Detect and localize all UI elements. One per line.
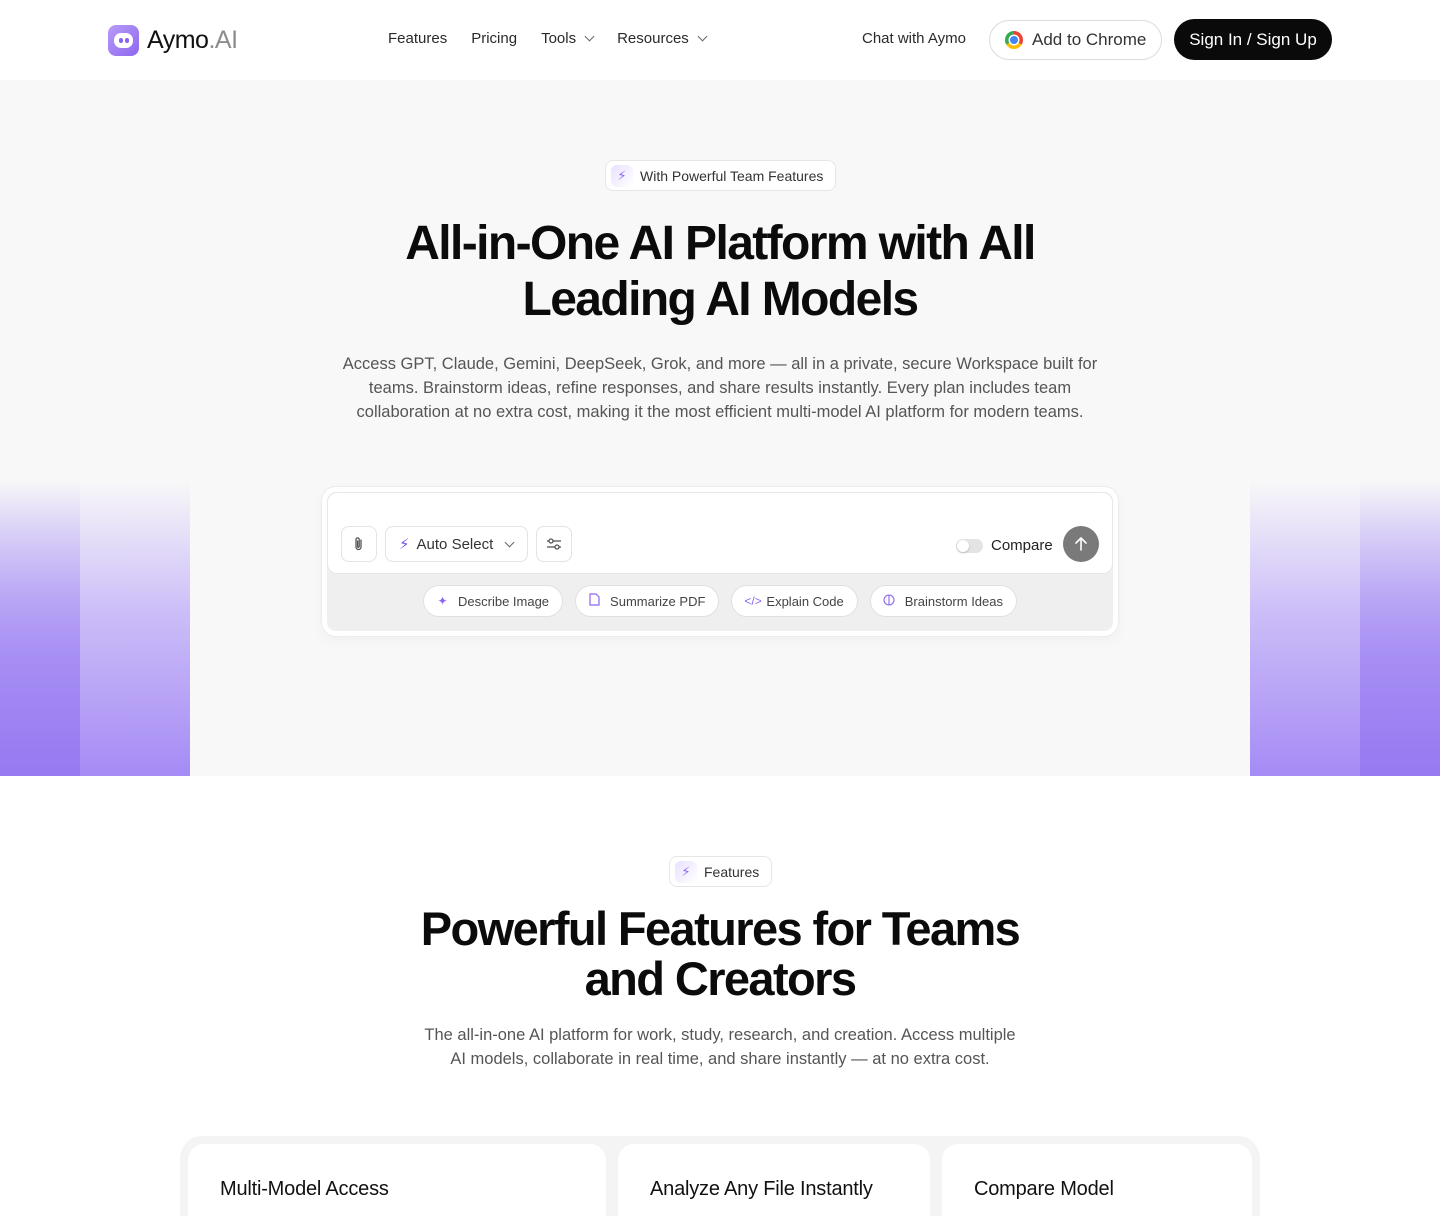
suggestion-brainstorm-ideas[interactable]: Brainstorm Ideas [869,585,1017,617]
feature-cards: Multi-Model Access Analyze Any File Inst… [180,1136,1260,1224]
chat-with-aymo-link[interactable]: Chat with Aymo [862,30,966,47]
compare-toggle[interactable] [956,538,983,553]
hero-subtitle: Access GPT, Claude, Gemini, DeepSeek, Gr… [342,355,1098,421]
nav-link-features[interactable]: Features [388,30,447,47]
suggestion-summarize-pdf[interactable]: Summarize PDF [575,585,720,617]
sliders-icon [547,538,561,550]
logo-icon [108,24,139,56]
top-navigation: Aymo.AI Features Pricing Tools Resources… [0,0,1440,80]
sign-in-button[interactable]: Sign In / Sign Up [1174,19,1332,60]
logo-text: Aymo.AI [147,25,238,54]
code-icon: </> [744,594,762,608]
left-gradient-glow [0,480,190,776]
add-to-chrome-button[interactable]: Add to Chrome [989,20,1162,60]
paperclip-icon [355,537,362,551]
chrome-icon [1005,31,1023,49]
model-select-dropdown[interactable]: ⚡ Auto Select [385,526,528,562]
chevron-down-icon [504,537,515,547]
nav-link-tools[interactable]: Tools [541,30,595,47]
lightning-icon: ⚡ [611,165,633,187]
send-button[interactable] [1063,526,1099,562]
sparkle-icon: ✦ [437,594,448,608]
features-subtitle: The all-in-one AI platform for work, stu… [424,1026,1016,1068]
arrow-up-icon [1075,537,1087,551]
document-icon [588,593,601,609]
chat-input-area[interactable]: ⚡ Auto Select Compare [327,492,1113,574]
nav-link-resources[interactable]: Resources [617,30,708,47]
attach-file-button[interactable] [341,526,377,562]
features-section: ⚡ Features Powerful Features for Teams an… [0,776,1440,1224]
prompt-suggestions: ✦ Describe Image Summarize PDF </> Expla… [327,585,1113,617]
right-gradient-glow [1250,480,1440,776]
lightning-icon: ⚡ [399,536,410,553]
lightning-icon: ⚡ [675,861,697,883]
chat-composer: ⚡ Auto Select Compare ✦ Describe Image S… [322,487,1118,636]
brain-icon [883,593,896,609]
feature-card-analyze-file[interactable]: Analyze Any File Instantly [618,1144,930,1224]
hero-title: All-in-One AI Platform with All Leading A… [405,217,1036,326]
features-title: Powerful Features for Teams and Creators [420,902,1021,1005]
feature-card-multi-model[interactable]: Multi-Model Access [188,1144,606,1224]
nav-link-pricing[interactable]: Pricing [471,30,517,47]
compare-toggle-group: Compare [956,537,1053,554]
feature-card-compare-model[interactable]: Compare Model [942,1144,1252,1224]
suggestion-explain-code[interactable]: </> Explain Code [731,585,858,617]
nav-links: Features Pricing Tools Resources [388,30,708,47]
chevron-down-icon [697,31,708,42]
hero-section: ⚡ With Powerful Team Features All-in-One… [0,80,1440,776]
features-badge: ⚡ Features [669,856,773,887]
suggestion-describe-image[interactable]: ✦ Describe Image [423,585,564,617]
hero-badge: ⚡ With Powerful Team Features [605,160,837,191]
model-settings-button[interactable] [536,526,572,562]
logo[interactable]: Aymo.AI [108,24,238,56]
chevron-down-icon [584,31,595,42]
